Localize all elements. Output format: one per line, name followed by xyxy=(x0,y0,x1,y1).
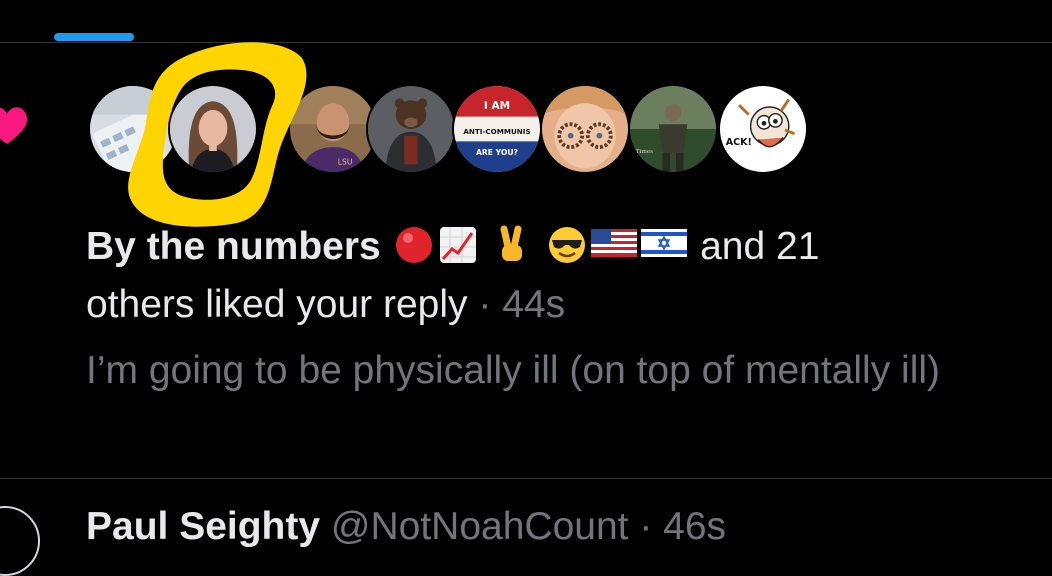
flag-israel-icon xyxy=(641,216,688,257)
avatar-cartoon-character[interactable]: ACK! xyxy=(718,84,808,174)
divider xyxy=(0,42,1052,43)
separator-dot: · xyxy=(478,283,492,326)
button-line-3: ARE YOU? xyxy=(476,148,518,157)
divider xyxy=(0,478,1052,479)
liker-avatars: LSU I AM ANTI-COMMUNIS ARE YOU? Times AC… xyxy=(88,42,828,227)
reply-preview-text[interactable]: I’m going to be physically ill (on top o… xyxy=(86,342,1026,400)
flag-us-icon xyxy=(591,216,638,257)
avatar-woman-brown-hair[interactable] xyxy=(168,84,258,174)
avatar-bear-armor[interactable] xyxy=(366,84,456,174)
chart-increasing-icon xyxy=(438,224,478,264)
others-liked-text: others liked your reply xyxy=(86,283,468,326)
svg-text:Times: Times xyxy=(636,149,653,155)
victory-hand-icon xyxy=(492,224,532,264)
timestamp: 44s xyxy=(502,283,566,326)
heart-icon xyxy=(0,100,32,150)
red-circle-icon xyxy=(394,224,434,264)
next-author-name: Paul Seighty xyxy=(86,505,321,548)
avatar-anti-communist-button[interactable]: I AM ANTI-COMMUNIS ARE YOU? xyxy=(452,84,542,174)
notification-text: By the numbers and 21 others liked your … xyxy=(86,216,1006,334)
and-others-count: and 21 xyxy=(700,225,820,268)
button-line-2: ANTI-COMMUNIS xyxy=(463,127,530,136)
svg-text:LSU: LSU xyxy=(338,157,353,166)
avatar[interactable] xyxy=(0,506,40,576)
active-tab-indicator xyxy=(54,33,134,41)
liker-name[interactable]: By the numbers xyxy=(86,225,381,268)
next-notification-header[interactable]: Paul Seighty @NotNoahCount · 46s xyxy=(86,505,726,549)
smiling-face-with-sunglasses-icon xyxy=(547,224,587,264)
cartoon-ack-text: ACK! xyxy=(726,137,752,148)
avatar-woman-glasses[interactable] xyxy=(540,84,630,174)
next-author-handle: @NotNoahCount · 46s xyxy=(330,505,727,548)
avatar-calculator[interactable] xyxy=(88,84,178,174)
avatar-man-beard[interactable]: LSU xyxy=(288,84,378,174)
avatar-warrior-statue[interactable]: Times xyxy=(628,84,718,174)
button-line-1: I AM xyxy=(484,100,510,112)
